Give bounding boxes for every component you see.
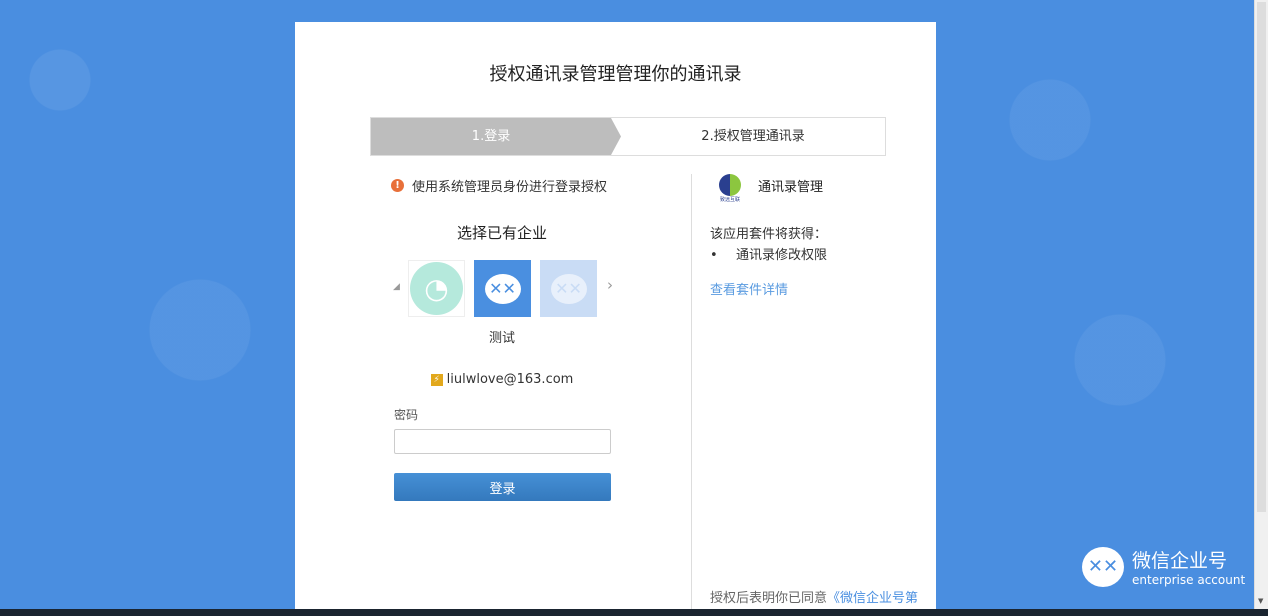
bell-logo-icon: ◔ <box>410 262 463 315</box>
step-authorize: 2.授权管理通讯录 <box>701 129 805 144</box>
page-scrollbar[interactable]: ▼ <box>1254 0 1268 609</box>
wechat-work-icon: ✕✕ <box>484 273 521 304</box>
account-email: ⚡ liulwlove@163.com <box>391 372 613 387</box>
view-suite-details-link[interactable]: 查看套件详情 <box>710 279 788 298</box>
auth-dialog: 授权通讯录管理管理你的通讯录 1.登录 2.授权管理通讯录 ! 使用系统管理员身… <box>295 22 936 609</box>
permissions-heading: 该应用套件将获得： <box>710 227 828 242</box>
corp-tile[interactable]: ◔ <box>408 260 465 317</box>
select-corp-title: 选择已有企业 <box>456 224 547 242</box>
app-logo-icon <box>719 174 741 196</box>
agreement-prefix: 授权后表明你已同意 <box>710 591 828 606</box>
brand-subtitle: enterprise account <box>1132 573 1246 587</box>
app-logo-text: 致远互联 <box>719 197 740 203</box>
carousel-prev-icon[interactable]: ◢ <box>393 282 400 292</box>
permission-text: 通讯录修改权限 <box>736 248 828 263</box>
login-button[interactable]: 登录 <box>394 473 611 501</box>
agreement-link[interactable]: 《微信企业号第 <box>827 591 918 606</box>
corp-tile-selected[interactable]: ✕✕ <box>474 260 531 317</box>
wechat-work-logo-icon: ✕✕ <box>1082 546 1124 587</box>
corp-carousel: ◢ ◔ ✕✕ ✕✕ › <box>391 260 613 317</box>
warning-icon: ! <box>391 179 404 192</box>
scrollbar-thumb[interactable] <box>1257 2 1266 512</box>
admin-notice-text: 使用系统管理员身份进行登录授权 <box>412 180 608 195</box>
mail-icon: ⚡ <box>430 373 443 386</box>
scroll-down-icon[interactable]: ▼ <box>1258 597 1263 605</box>
permission-item: • 通讯录修改权限 <box>710 244 827 263</box>
email-text: liulwlove@163.com <box>446 372 574 387</box>
corp-tile[interactable]: ✕✕ <box>540 260 597 317</box>
brand-name: 微信企业号 <box>1132 550 1228 572</box>
app-name: 通讯录管理 <box>758 180 824 195</box>
bullet-icon: • <box>710 248 718 263</box>
app-logo: 致远互联 <box>717 174 743 206</box>
wechat-work-icon: ✕✕ <box>550 273 587 304</box>
taskbar <box>0 609 1268 616</box>
selected-corp-name: 测试 <box>488 331 515 346</box>
wechat-work-brand: ✕✕ 微信企业号 enterprise account <box>1082 546 1245 587</box>
step-indicator: 1.登录 2.授权管理通讯录 <box>370 117 886 156</box>
agreement-text: 授权后表明你已同意《微信企业号第 <box>710 587 918 606</box>
password-input[interactable] <box>394 429 611 454</box>
carousel-next-icon[interactable]: › <box>607 276 613 294</box>
admin-notice: ! 使用系统管理员身份进行登录授权 <box>391 176 607 195</box>
page-title: 授权通讯录管理管理你的通讯录 <box>489 64 742 85</box>
step-login: 1.登录 <box>371 118 621 155</box>
column-divider <box>691 174 692 609</box>
password-label: 密码 <box>394 408 419 422</box>
